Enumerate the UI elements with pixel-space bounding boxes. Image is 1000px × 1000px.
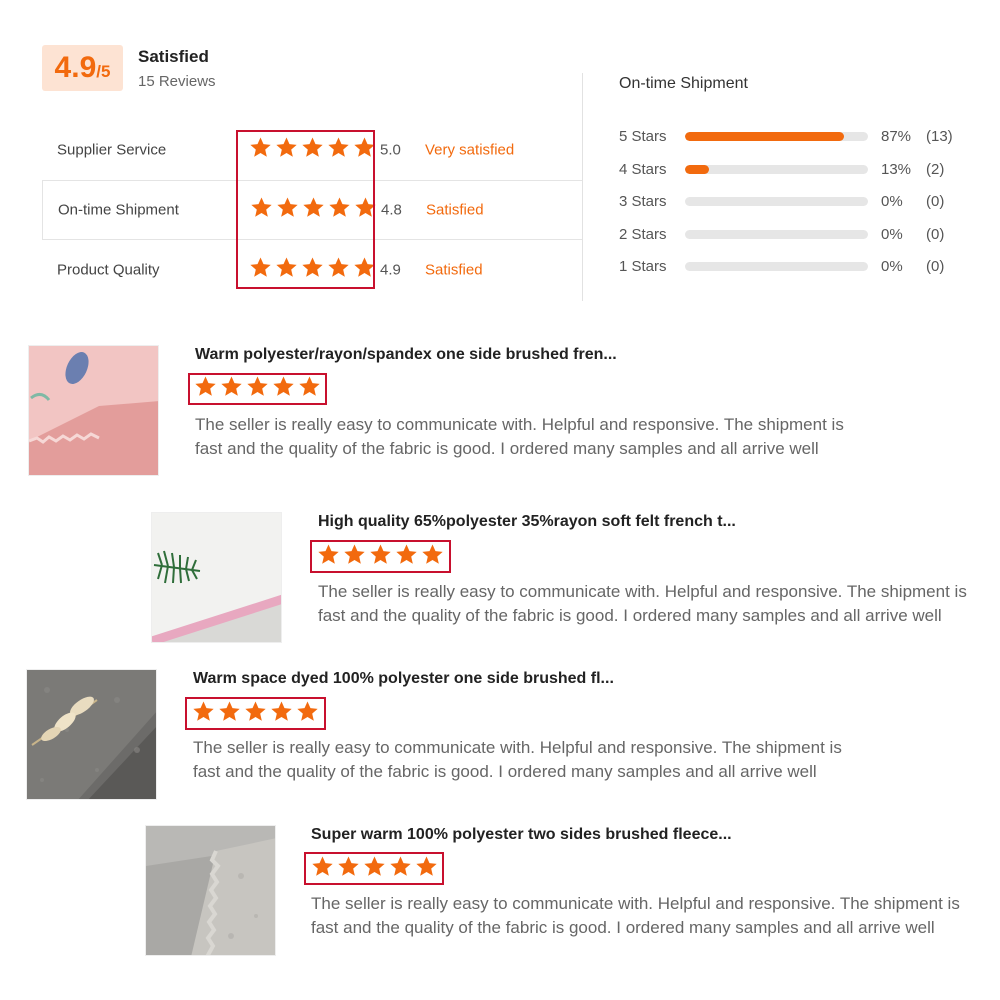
distribution-bar — [685, 230, 868, 239]
rating-name: On-time Shipment — [58, 201, 179, 219]
star-icon — [244, 700, 267, 728]
review-product-title[interactable]: High quality 65%polyester 35%rayon soft … — [318, 513, 736, 531]
overall-score: 4.9 — [54, 51, 97, 84]
star-icon — [194, 375, 217, 403]
review-stars — [188, 373, 327, 405]
distribution-row-3-stars[interactable]: 3 Stars 0% (0) — [619, 192, 979, 212]
rating-word: Satisfied — [426, 201, 484, 219]
distribution-label: 2 Stars — [619, 226, 667, 243]
distribution-percent: 13% — [881, 161, 912, 178]
star-icon — [343, 543, 366, 571]
distribution-count: (0) — [926, 193, 945, 210]
review-product-title[interactable]: Warm space dyed 100% polyester one side … — [193, 670, 614, 688]
star-icon — [415, 855, 438, 883]
star-icon — [337, 855, 360, 883]
star-icon — [272, 375, 295, 403]
rating-value: 4.9 — [380, 261, 401, 279]
distribution-percent: 0% — [881, 258, 903, 275]
star-icon — [395, 543, 418, 571]
distribution-label: 5 Stars — [619, 128, 667, 145]
distribution-bar — [685, 262, 868, 271]
star-icon — [317, 543, 340, 571]
product-thumbnail[interactable] — [151, 512, 282, 643]
distribution-count: (13) — [926, 128, 953, 145]
distribution-percent: 87% — [881, 128, 912, 145]
section-divider — [582, 73, 583, 301]
rating-word: Satisfied — [425, 261, 483, 279]
distribution-bar — [685, 197, 868, 206]
star-icon — [369, 543, 392, 571]
distribution-label: 1 Stars — [619, 258, 667, 275]
overall-score-max: /5 — [96, 62, 111, 81]
distribution-row-2-stars[interactable]: 2 Stars 0% (0) — [619, 225, 979, 245]
rating-value: 4.8 — [381, 201, 402, 219]
ratings-highlight-box — [236, 130, 375, 289]
product-thumbnail[interactable] — [26, 669, 157, 800]
star-icon — [220, 375, 243, 403]
rating-name: Supplier Service — [57, 141, 167, 159]
distribution-row-4-stars[interactable]: 4 Stars 13% (2) — [619, 160, 979, 180]
distribution-bar-fill — [685, 132, 845, 141]
review-count[interactable]: 15 Reviews — [138, 73, 216, 90]
distribution-row-1-star[interactable]: 1 Stars 0% (0) — [619, 257, 979, 277]
star-icon — [296, 700, 319, 728]
distribution-percent: 0% — [881, 226, 903, 243]
star-icon — [246, 375, 269, 403]
distribution-count: (2) — [926, 161, 945, 178]
star-icon — [192, 700, 215, 728]
overall-satisfaction-label: Satisfied — [138, 47, 209, 66]
product-thumbnail[interactable] — [145, 825, 276, 956]
star-icon — [389, 855, 412, 883]
product-thumbnail[interactable] — [28, 345, 159, 476]
distribution-bar-fill — [685, 165, 709, 174]
distribution-percent: 0% — [881, 193, 903, 210]
distribution-title: On-time Shipment — [619, 75, 748, 92]
review-text: The seller is really easy to communicate… — [195, 415, 844, 458]
distribution-label: 3 Stars — [619, 193, 667, 210]
star-icon — [311, 855, 334, 883]
review-stars — [310, 540, 451, 573]
distribution-label: 4 Stars — [619, 161, 667, 178]
distribution-bar — [685, 132, 868, 141]
review-text: The seller is really easy to communicate… — [193, 738, 842, 781]
rating-word: Very satisfied — [425, 141, 515, 159]
distribution-count: (0) — [926, 226, 945, 243]
star-icon — [218, 700, 241, 728]
review-text: The seller is really easy to communicate… — [318, 582, 967, 625]
star-icon — [363, 855, 386, 883]
distribution-row-5-stars[interactable]: 5 Stars 87% (13) — [619, 127, 979, 147]
rating-value: 5.0 — [380, 141, 401, 159]
star-icon — [298, 375, 321, 403]
star-icon — [421, 543, 444, 571]
star-icon — [270, 700, 293, 728]
review-stars — [185, 697, 326, 730]
rating-name: Product Quality — [57, 261, 160, 279]
distribution-bar — [685, 165, 868, 174]
overall-score-badge: 4.9 /5 — [42, 45, 123, 91]
review-product-title[interactable]: Warm polyester/rayon/spandex one side br… — [195, 346, 617, 364]
review-text: The seller is really easy to communicate… — [311, 894, 960, 937]
review-stars — [304, 852, 444, 885]
review-product-title[interactable]: Super warm 100% polyester two sides brus… — [311, 826, 732, 844]
distribution-count: (0) — [926, 258, 945, 275]
